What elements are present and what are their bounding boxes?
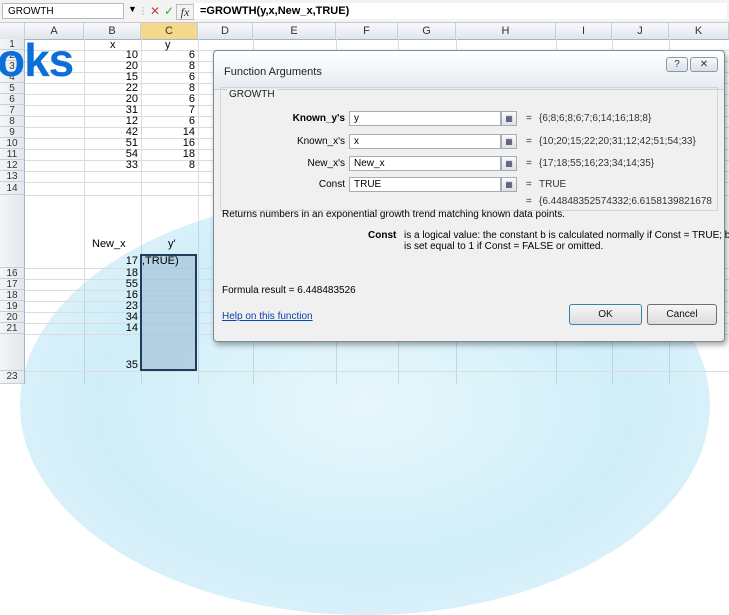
column-header[interactable]: B — [84, 23, 141, 39]
arg-result-new-xs: {17;18;55;16;23;34;14;35} — [539, 158, 655, 169]
collapse-dialog-icon[interactable]: ▦ — [501, 177, 517, 192]
function-arguments-dialog: Function Arguments ? ✕ GROWTH Known_y's … — [213, 50, 729, 342]
cell-b12[interactable]: 33 — [84, 160, 138, 171]
cell-c11[interactable]: 18 — [141, 149, 195, 160]
cancel-entry-icon[interactable]: ✕ — [148, 3, 162, 19]
row-header[interactable]: 6 — [0, 94, 25, 105]
row-header[interactable]: 17 — [0, 279, 25, 290]
column-header[interactable]: K — [669, 23, 729, 39]
arg-result-const: TRUE — [539, 179, 567, 190]
cell-c5[interactable]: 8 — [141, 83, 195, 94]
row-header[interactable]: 7 — [0, 105, 25, 116]
cell-c3[interactable]: 8 — [141, 61, 195, 72]
cell-c4[interactable]: 6 — [141, 72, 195, 83]
result-equals: = — [526, 196, 532, 207]
column-header[interactable]: E — [253, 23, 336, 39]
row-header[interactable]: 14 — [0, 182, 25, 195]
arguments-group — [220, 87, 718, 211]
column-header[interactable]: D — [198, 23, 253, 39]
row-header[interactable] — [0, 334, 25, 371]
row-header[interactable]: 23 — [0, 371, 25, 384]
cancel-button[interactable]: Cancel — [647, 304, 717, 325]
arg-equals: = — [526, 158, 532, 169]
arg-help-line2: is set equal to 1 if Const = FALSE or om… — [404, 241, 604, 252]
cell-b14[interactable]: New_x — [92, 239, 126, 250]
cell-c14[interactable]: y' — [168, 239, 176, 250]
cell-c6[interactable]: 6 — [141, 94, 195, 105]
help-link[interactable]: Help on this function — [222, 311, 313, 322]
close-icon[interactable]: ✕ — [690, 57, 718, 72]
formula-divider-icon: ⁝ — [141, 4, 145, 18]
row-header[interactable]: 9 — [0, 127, 25, 138]
cell-c12[interactable]: 8 — [141, 160, 195, 171]
arg-input-const[interactable]: TRUE — [349, 177, 501, 192]
formula-bar: GROWTH ▼ ⁝ ✕ ✓ fx =GROWTH(y,x,New_x,TRUE… — [0, 0, 729, 23]
column-header[interactable]: I — [556, 23, 612, 39]
arg-help-line1: is a logical value: the constant b is ca… — [404, 230, 729, 241]
arg-label-known-ys: Known_y's — [292, 113, 345, 124]
selected-range[interactable] — [140, 254, 197, 371]
collapse-dialog-icon[interactable]: ▦ — [501, 134, 517, 149]
name-box[interactable]: GROWTH — [2, 3, 124, 19]
row-header[interactable]: 10 — [0, 138, 25, 149]
arg-equals: = — [526, 136, 532, 147]
arg-equals: = — [526, 113, 532, 124]
row-header[interactable]: 20 — [0, 312, 25, 323]
arg-result-known-xs: {10;20;15;22;20;31;12;42;51;54;33} — [539, 136, 696, 147]
row-header[interactable]: 16 — [0, 268, 25, 279]
arg-label-const: Const — [318, 179, 345, 190]
row-header[interactable]: 11 — [0, 149, 25, 160]
arg-input-known-xs[interactable]: x — [349, 134, 501, 149]
row-header[interactable]: 8 — [0, 116, 25, 127]
column-header[interactable]: C — [141, 23, 198, 39]
row-header[interactable] — [0, 195, 25, 268]
row-header[interactable]: 13 — [0, 171, 25, 182]
row-header[interactable]: 18 — [0, 290, 25, 301]
row-header[interactable]: 21 — [0, 323, 25, 334]
enter-entry-icon[interactable]: ✓ — [162, 3, 176, 19]
cell-b21[interactable]: 14 — [84, 323, 138, 334]
grid-line — [25, 371, 729, 372]
function-description: Returns numbers in an exponential growth… — [222, 209, 565, 220]
row-header[interactable]: 12 — [0, 160, 25, 171]
cell-b22[interactable]: 35 — [84, 360, 138, 371]
column-header[interactable]: J — [612, 23, 669, 39]
dialog-title: Function Arguments — [224, 66, 322, 78]
cell-c15-editing[interactable]: ,TRUE) — [142, 256, 179, 267]
column-header[interactable]: F — [336, 23, 398, 39]
arg-label-known-xs: Known_x's — [296, 136, 345, 147]
arg-label-new-xs: New_x's — [307, 158, 345, 169]
name-box-dropdown-icon[interactable]: ▼ — [128, 4, 137, 14]
arg-input-new-xs[interactable]: New_x — [349, 156, 501, 171]
cell-b15[interactable]: 17 — [84, 256, 138, 267]
row-header[interactable]: 19 — [0, 301, 25, 312]
watermark-text: oks — [0, 34, 74, 86]
arg-result-known-ys: {6;8;6;8;6;7;6;14;16;18;8} — [539, 113, 652, 124]
arg-input-known-ys[interactable]: y — [349, 111, 501, 126]
function-name: GROWTH — [227, 89, 277, 100]
ok-button[interactable]: OK — [569, 304, 642, 325]
result-preview: {6.44848352574332;6.6158139821678 — [539, 196, 712, 207]
help-icon[interactable]: ? — [666, 57, 688, 72]
cell-c7[interactable]: 7 — [141, 105, 195, 116]
column-headers: A B C D E F G H I J K — [0, 23, 729, 40]
column-header[interactable]: G — [398, 23, 456, 39]
formula-input[interactable]: =GROWTH(y,x,New_x,TRUE) — [193, 3, 727, 19]
column-header[interactable]: H — [456, 23, 556, 39]
arg-equals: = — [526, 179, 532, 190]
collapse-dialog-icon[interactable]: ▦ — [501, 111, 517, 126]
formula-result: Formula result = 6.448483526 — [222, 285, 356, 296]
arg-help-label: Const — [368, 230, 397, 241]
insert-function-icon[interactable]: fx — [176, 4, 194, 20]
collapse-dialog-icon[interactable]: ▦ — [501, 156, 517, 171]
cell-c2[interactable]: 6 — [141, 50, 195, 61]
